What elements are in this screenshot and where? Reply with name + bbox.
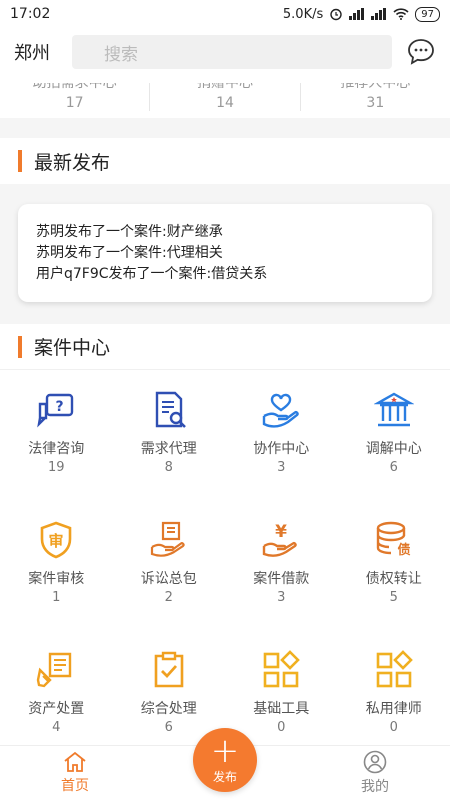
case-item-count: 8 xyxy=(164,460,173,475)
plus-icon: + xyxy=(210,730,240,771)
yuan-hand-icon: ¥ xyxy=(263,522,297,557)
case-item-case-loan[interactable]: ¥ 案件借款 3 xyxy=(225,520,338,640)
latest-section-header: 最新发布 xyxy=(0,138,450,184)
asset-paper-icon xyxy=(37,652,72,688)
document-search-icon xyxy=(155,391,186,428)
news-item[interactable]: 用户q7F9C发布了一个案件:借贷关系 xyxy=(36,264,414,285)
case-item-count: 4 xyxy=(52,720,61,735)
home-icon xyxy=(64,751,86,772)
message-icon[interactable] xyxy=(406,37,436,67)
stat-value: 31 xyxy=(366,95,385,111)
section-accent-bar xyxy=(18,335,22,358)
news-item[interactable]: 苏明发布了一个案件:代理相关 xyxy=(36,243,414,264)
alarm-icon xyxy=(330,8,342,21)
case-item-count: 0 xyxy=(277,720,286,735)
case-item-label: 诉讼总包 xyxy=(140,571,197,587)
case-item-count: 2 xyxy=(164,590,173,605)
news-item[interactable]: 苏明发布了一个案件:财产继承 xyxy=(36,222,414,243)
case-section-title: 案件中心 xyxy=(34,337,111,359)
court-building-icon xyxy=(373,392,414,427)
case-item-label: 需求代理 xyxy=(140,441,197,457)
stat-label: 助拍需求中心 xyxy=(32,83,117,91)
search-input[interactable]: 搜索 xyxy=(72,35,392,69)
case-item-label: 私用律师 xyxy=(365,701,422,717)
tab-home-label: 首页 xyxy=(61,778,89,794)
case-item-count: 0 xyxy=(389,720,398,735)
publish-label: 发布 xyxy=(212,769,237,784)
status-bar: 17:02 5.0K/s 97 xyxy=(0,0,450,28)
stat-label: 捐赠中心 xyxy=(196,83,253,91)
case-item-count: 5 xyxy=(389,590,398,605)
case-item-label: 调解中心 xyxy=(365,441,422,457)
case-item-label: 法律咨询 xyxy=(28,441,85,457)
latest-news-card[interactable]: 苏明发布了一个案件:财产继承 苏明发布了一个案件:代理相关 用户q7F9C发布了… xyxy=(18,204,432,302)
case-item-count: 19 xyxy=(47,460,65,475)
svg-text:审: 审 xyxy=(49,532,64,550)
case-item-count: 1 xyxy=(52,590,61,605)
search-placeholder: 搜索 xyxy=(104,44,138,65)
case-item-label: 案件借款 xyxy=(253,571,310,587)
debt-coins-icon: 债 xyxy=(376,521,410,558)
svg-text:?: ? xyxy=(56,399,64,415)
stats-row: 助拍需求中心 17 捐赠中心 14 推荐人中心 31 xyxy=(0,76,450,118)
clipboard-check-icon xyxy=(154,651,184,688)
case-section-header: 案件中心 xyxy=(0,324,450,370)
legal-consult-icon: ? xyxy=(37,393,74,428)
user-icon xyxy=(363,750,387,774)
latest-news-wrapper: 苏明发布了一个案件:财产继承 苏明发布了一个案件:代理相关 用户q7F9C发布了… xyxy=(0,184,450,324)
signal-icon-2 xyxy=(371,8,387,20)
case-item-label: 案件审核 xyxy=(28,571,85,587)
case-item-label: 债权转让 xyxy=(365,571,422,587)
tab-mine-label: 我的 xyxy=(361,779,389,795)
case-item-count: 3 xyxy=(277,590,286,605)
case-grid: ? 法律咨询 19 需求代理 8 协作中心 3 调解中心 6 审 案件审核 1 … xyxy=(0,370,450,780)
tab-mine[interactable]: 我的 xyxy=(300,746,450,800)
case-item-case-review[interactable]: 审 案件审核 1 xyxy=(0,520,113,640)
case-item-litigation-package[interactable]: 诉讼总包 2 xyxy=(113,520,226,640)
stat-value: 14 xyxy=(216,95,234,111)
stat-item[interactable]: 助拍需求中心 17 xyxy=(0,83,149,111)
shield-review-icon: 审 xyxy=(40,521,72,559)
battery-indicator: 97 xyxy=(415,6,440,22)
heart-hand-icon xyxy=(263,393,299,428)
grid-lawyer-icon xyxy=(376,650,413,688)
case-item-demand-agent[interactable]: 需求代理 8 xyxy=(113,390,226,510)
grid-tools-icon xyxy=(263,650,301,688)
stat-item[interactable]: 推荐人中心 31 xyxy=(299,83,450,111)
network-speed: 5.0K/s xyxy=(282,6,324,22)
case-item-debt-transfer[interactable]: 债 债权转让 5 xyxy=(338,520,450,640)
stat-label: 推荐人中心 xyxy=(340,83,411,91)
status-time: 17:02 xyxy=(10,6,51,22)
case-item-label: 协作中心 xyxy=(253,441,310,457)
case-item-count: 6 xyxy=(164,720,173,735)
stat-value: 17 xyxy=(65,95,84,111)
signal-icon xyxy=(349,8,365,20)
case-item-collab-center[interactable]: 协作中心 3 xyxy=(225,390,338,510)
top-bar: 郑州 搜索 xyxy=(0,28,450,76)
latest-section-title: 最新发布 xyxy=(34,151,111,174)
case-item-label: 基础工具 xyxy=(253,701,310,717)
status-indicators: 5.0K/s 97 xyxy=(282,6,440,22)
tab-home[interactable]: 首页 xyxy=(0,746,150,800)
case-item-legal-consult[interactable]: ? 法律咨询 19 xyxy=(0,390,113,510)
publish-button[interactable]: + 发布 xyxy=(193,728,257,792)
section-accent-bar xyxy=(18,150,22,172)
section-gap xyxy=(0,118,450,138)
svg-text:¥: ¥ xyxy=(275,522,287,542)
stat-item[interactable]: 捐赠中心 14 xyxy=(149,83,299,111)
case-item-label: 资产处置 xyxy=(28,701,85,717)
svg-text:债: 债 xyxy=(397,542,410,558)
case-item-count: 6 xyxy=(389,460,398,475)
city-selector[interactable]: 郑州 xyxy=(14,39,66,65)
wifi-icon xyxy=(393,8,409,20)
case-item-count: 3 xyxy=(277,460,286,475)
case-item-label: 综合处理 xyxy=(140,701,197,717)
hand-document-icon xyxy=(150,521,185,557)
case-item-mediation-center[interactable]: 调解中心 6 xyxy=(338,390,450,510)
